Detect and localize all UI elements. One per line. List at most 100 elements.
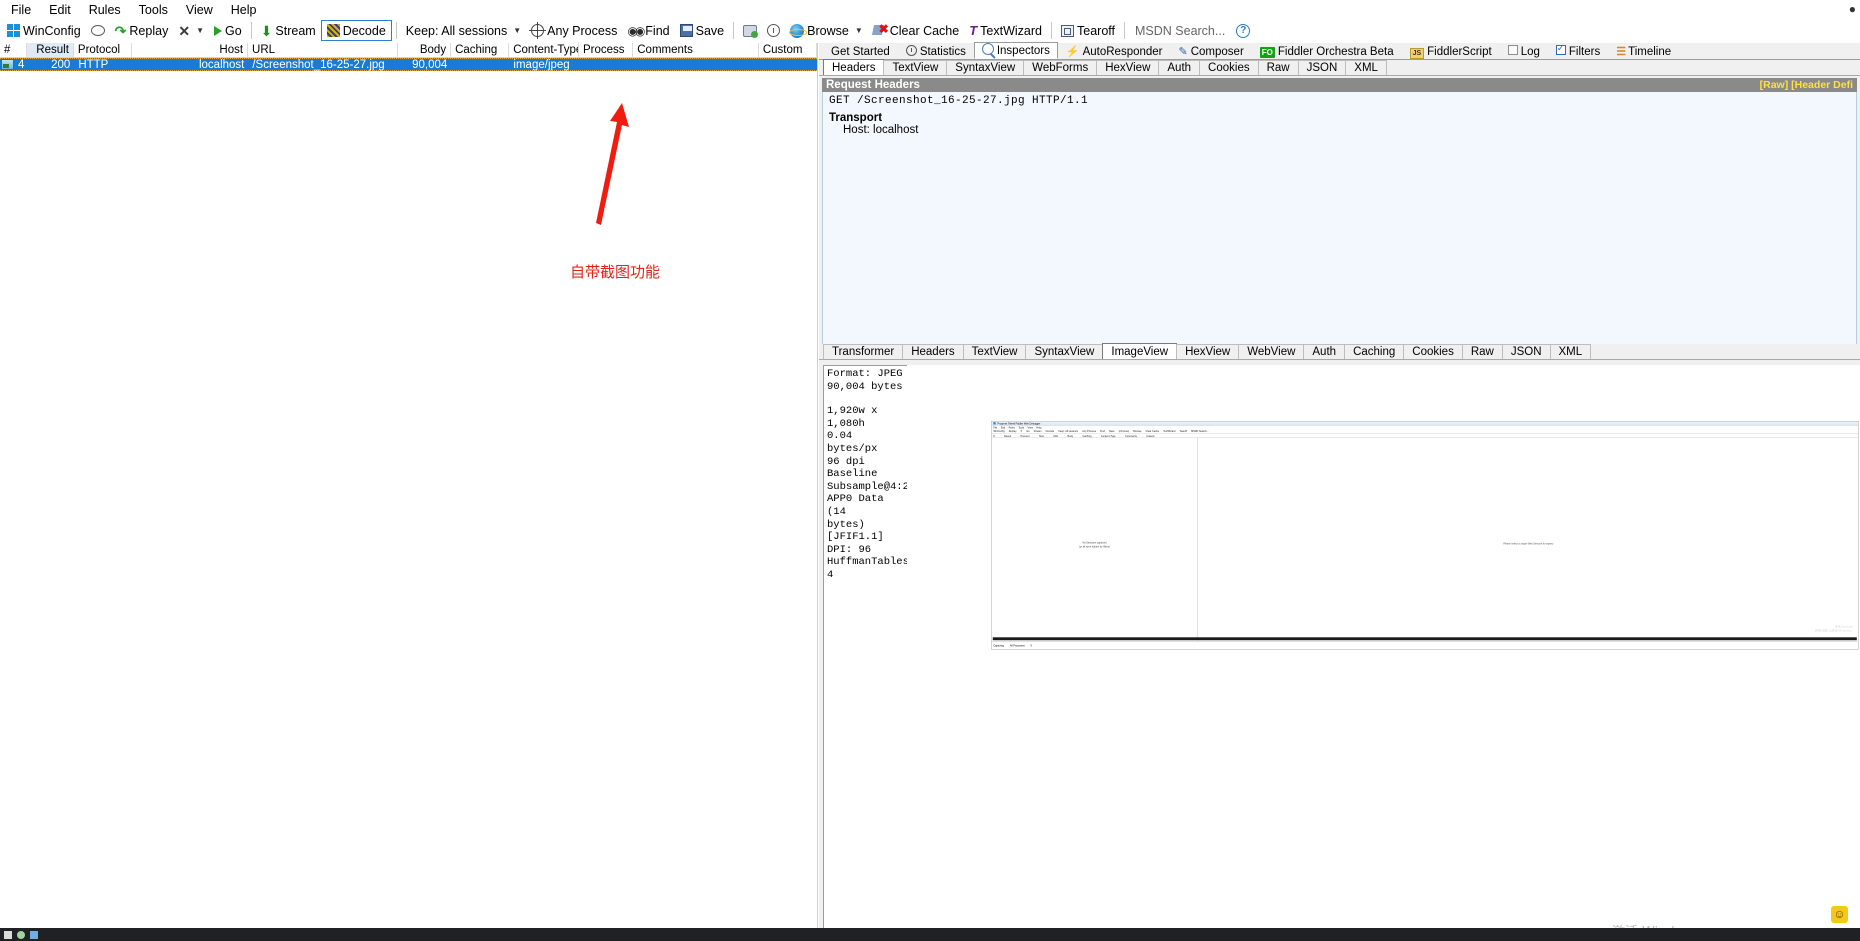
image-metadata-line: DPI: 96	[827, 543, 872, 556]
tab-filters[interactable]: Filters	[1547, 43, 1609, 59]
tab-inspectors[interactable]: Inspectors	[973, 42, 1058, 59]
tab-autoresponder[interactable]: ⚡ AutoResponder	[1057, 43, 1171, 59]
subtab-json[interactable]: JSON	[1297, 60, 1347, 75]
subtab-textview[interactable]: TextView	[883, 60, 948, 75]
image-metadata-line: Baseline	[827, 468, 878, 481]
tab-fiddlerscript[interactable]: JS FiddlerScript	[1401, 43, 1500, 59]
session-row-4[interactable]: 4 200 HTTP localhost /Screenshot_16-25-2…	[0, 58, 817, 71]
thumb-column-header: Content-Type	[1100, 434, 1116, 438]
pencil-icon: ✎	[1178, 46, 1188, 58]
subtab-headers[interactable]: Headers	[823, 59, 885, 75]
screenshot-button[interactable]	[738, 20, 762, 41]
subtab-webview[interactable]: WebView	[1238, 344, 1305, 359]
subtab-cookies[interactable]: Cookies	[1199, 60, 1259, 75]
textwizard-button[interactable]: T TextWizard	[964, 20, 1047, 41]
tab-statistics[interactable]: Statistics	[897, 43, 974, 59]
subtab-xml[interactable]: XML	[1345, 60, 1387, 75]
find-button[interactable]: ◉◉ Find	[622, 20, 674, 41]
menu-item-rules[interactable]: Rules	[80, 2, 130, 18]
tab-composer[interactable]: ✎ Composer	[1170, 43, 1252, 59]
inspectors-panel: Get Started Statistics Inspectors ⚡ AutoResp…	[819, 42, 1860, 941]
subtab-syntaxview[interactable]: SyntaxView	[946, 60, 1025, 75]
subtab-raw[interactable]: Raw	[1257, 60, 1299, 75]
go-button[interactable]: Go	[209, 20, 247, 41]
tab-log[interactable]: Log	[1499, 43, 1548, 59]
subtab-hexview[interactable]: HexView	[1176, 344, 1240, 359]
keep-sessions-dropdown[interactable]: Keep: All sessions ▼	[401, 20, 526, 41]
column-header-body[interactable]: Body	[398, 43, 452, 57]
column-header-url[interactable]: URL	[248, 43, 398, 57]
subtab-caching[interactable]: Caching	[1344, 344, 1405, 359]
replay-icon: ↷	[114, 22, 127, 39]
tab-label: FiddlerScript	[1427, 45, 1492, 58]
winconfig-button[interactable]: WinConfig	[2, 20, 86, 41]
save-disk-icon	[679, 24, 693, 37]
request-headers-title: Request Headers	[826, 79, 920, 91]
save-button[interactable]: Save	[675, 20, 730, 41]
column-header--[interactable]: #	[0, 43, 28, 57]
smiley-icon[interactable]: ☺	[1831, 906, 1848, 923]
raw-link[interactable]: [Raw]	[1760, 79, 1789, 91]
browse-button[interactable]: Browse ▼	[785, 20, 868, 41]
replay-button[interactable]: ↷ Replay	[110, 20, 174, 41]
thumb-toolbar-item: Tearoff	[1179, 429, 1187, 433]
subtab-auth[interactable]: Auth	[1303, 344, 1346, 359]
header-definitions-link[interactable]: [Header Defi	[1791, 79, 1853, 91]
column-header-result[interactable]: Result	[27, 43, 74, 57]
column-header-caching[interactable]: Caching	[451, 43, 510, 57]
subtab-auth[interactable]: Auth	[1158, 60, 1201, 75]
subtab-cookies[interactable]: Cookies	[1403, 344, 1463, 359]
comment-button[interactable]	[86, 20, 110, 41]
decode-button[interactable]: Decode	[320, 20, 392, 41]
session-column-headers: # Result Protocol Host URL Body Caching Content…	[0, 43, 818, 58]
textwizard-label: TextWizard	[980, 23, 1042, 38]
column-header-host[interactable]: Host	[132, 43, 249, 57]
column-header-content-type[interactable]: Content-Type	[509, 43, 579, 57]
tab-get-started[interactable]: Get Started	[823, 43, 898, 59]
remove-button[interactable]: ✕ ▼	[173, 20, 209, 41]
column-header-custom[interactable]: Custom	[759, 43, 818, 57]
menu-item-view[interactable]: View	[177, 2, 222, 18]
clear-cache-button[interactable]: Clear Cache	[868, 20, 964, 41]
subtab-raw[interactable]: Raw	[1461, 344, 1503, 359]
cell-url: /Screenshot_16-25-27.jpg	[252, 58, 385, 71]
subtab-json[interactable]: JSON	[1501, 344, 1551, 359]
taskbar-app-icon-1[interactable]	[17, 930, 25, 939]
column-header-comments[interactable]: Comments	[633, 43, 759, 57]
timer-button[interactable]	[762, 20, 785, 41]
taskbar-app-icon-2[interactable]	[30, 930, 38, 939]
image-session-icon	[1, 59, 14, 70]
save-label: Save	[695, 23, 725, 38]
taskbar-start-icon[interactable]	[4, 930, 12, 939]
browse-label: Browse	[807, 23, 849, 38]
subtab-xml[interactable]: XML	[1549, 344, 1592, 359]
help-button[interactable]: ?	[1231, 20, 1255, 41]
tab-timeline[interactable]: ☰ Timeline	[1608, 43, 1680, 59]
subtab-hexview[interactable]: HexView	[1096, 60, 1160, 75]
thumb-horizontal-scrollbar[interactable]	[992, 637, 1857, 641]
stream-button[interactable]: ⬇ Stream	[256, 20, 321, 41]
window-controls[interactable]: ●	[1849, 2, 1856, 16]
subtab-textview[interactable]: TextView	[962, 344, 1027, 359]
toolbar-separator	[733, 22, 735, 39]
menu-item-edit[interactable]: Edit	[40, 2, 80, 18]
subtab-transformer[interactable]: Transformer	[823, 344, 904, 359]
column-header-process[interactable]: Process	[579, 43, 634, 57]
subtab-webforms[interactable]: WebForms	[1023, 60, 1098, 75]
subtab-syntaxview[interactable]: SyntaxView	[1025, 344, 1104, 359]
any-process-button[interactable]: Any Process	[526, 20, 622, 41]
subtab-imageview[interactable]: ImageView	[1102, 343, 1178, 359]
toolbar-separator	[1124, 22, 1125, 39]
thumb-toolbar-item: Save	[1109, 429, 1115, 433]
menu-item-help[interactable]: Help	[222, 2, 266, 18]
subtab-headers[interactable]: Headers	[902, 344, 964, 359]
tearoff-button[interactable]: Tearoff	[1056, 20, 1120, 41]
camera-icon	[743, 24, 759, 38]
menu-item-file[interactable]: File	[2, 2, 40, 18]
column-header-protocol[interactable]: Protocol	[74, 43, 133, 57]
msdn-search-input[interactable]: MSDN Search...	[1129, 23, 1231, 39]
menu-item-tools[interactable]: Tools	[130, 2, 177, 18]
image-view-panel[interactable]: Progress Telerik Fiddler Web Debugger Fi…	[907, 365, 1860, 937]
thumb-toolbar-item: MSDN Search...	[1191, 429, 1209, 433]
tab-fiddler-orchestra-beta[interactable]: FO Fiddler Orchestra Beta	[1251, 43, 1402, 59]
